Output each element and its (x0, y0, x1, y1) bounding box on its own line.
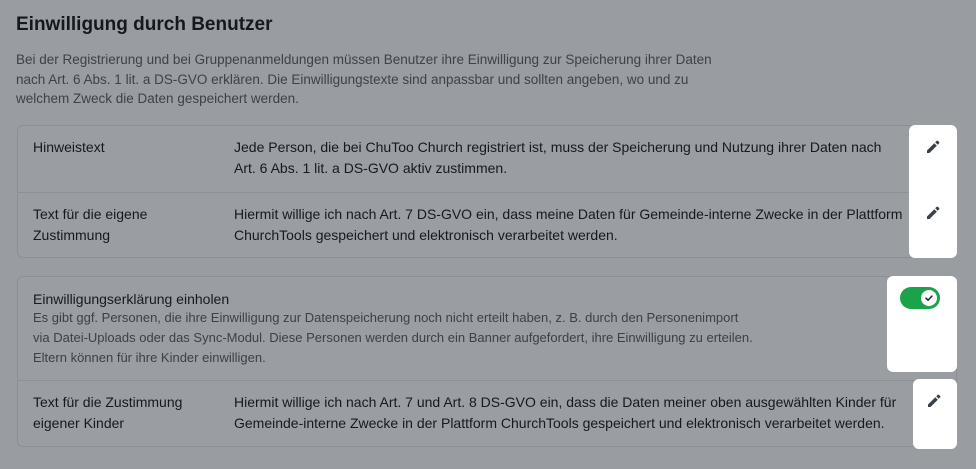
consent-texts-card: Hinweistext Jede Person, die bei ChuToo … (17, 125, 957, 258)
consent-request-toggle[interactable] (900, 287, 940, 309)
children-consent-value: Hiermit willige ich nach Art. 7 und Art.… (234, 394, 897, 431)
children-consent-row: Text für die Zustimmung eigener Kinder H… (18, 381, 956, 447)
consent-request-title: Einwilligungserklärung einholen (33, 291, 230, 307)
children-actions-panel (913, 379, 957, 449)
edit-own-consent-button[interactable] (922, 202, 944, 224)
own-consent-value: Hiermit willige ich nach Art. 7 DS-GVO e… (234, 206, 903, 243)
notice-text-row: Hinweistext Jede Person, die bei ChuToo … (18, 126, 956, 192)
pencil-icon (927, 140, 940, 153)
consent-request-text: Es gibt ggf. Personen, die ihre Einwilli… (33, 310, 753, 365)
consent-toggle-panel (887, 276, 957, 372)
section-description: Bei der Registrierung und bei Gruppenanm… (16, 52, 712, 106)
edit-notice-text-button[interactable] (922, 136, 944, 158)
notice-text-label: Hinweistext (33, 139, 105, 155)
own-consent-label: Text für die eigene Zustimmung (33, 206, 148, 243)
own-consent-row: Text für die eigene Zustimmung Hiermit w… (18, 193, 956, 259)
children-consent-label: Text für die Zustimmung eigener Kinder (33, 394, 183, 431)
section-title: Einwilligung durch Benutzer (16, 14, 273, 35)
consent-request-card: Einwilligungserklärung einholen Es gibt … (17, 276, 957, 447)
checkmark-icon (925, 295, 933, 301)
edit-children-consent-button[interactable] (923, 390, 945, 412)
consent-request-row: Einwilligungserklärung einholen Es gibt … (18, 277, 956, 380)
pencil-icon (928, 394, 941, 407)
toggle-knob (921, 290, 937, 306)
notice-text-value: Jede Person, die bei ChuToo Church regis… (234, 139, 882, 176)
card1-actions-panel (909, 125, 957, 258)
pencil-icon (927, 206, 940, 219)
